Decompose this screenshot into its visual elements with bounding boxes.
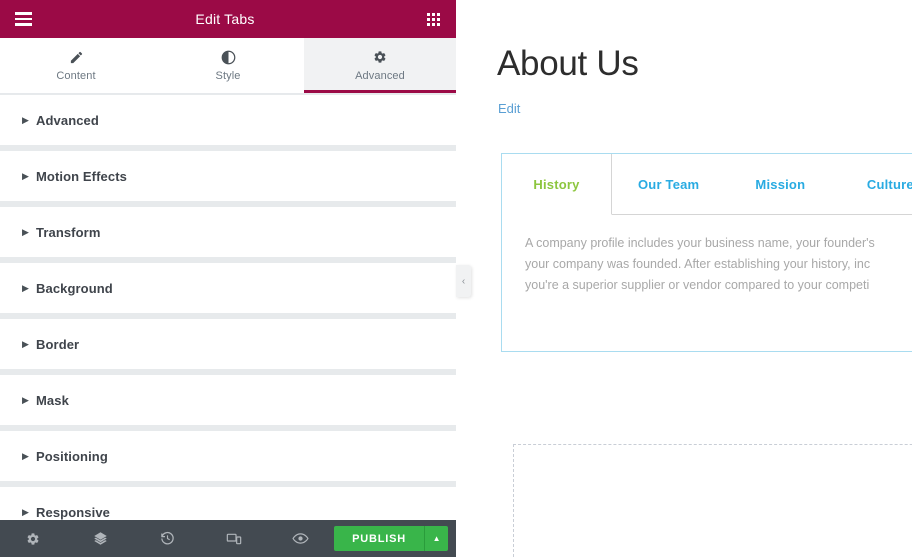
section-positioning[interactable]: ▶ Positioning xyxy=(0,431,456,481)
chevron-right-icon: ▶ xyxy=(22,282,29,293)
chevron-right-icon: ▶ xyxy=(22,114,29,125)
publish-options-caret-icon[interactable]: ▲ xyxy=(424,526,449,551)
section-label: Responsive xyxy=(36,504,110,520)
panel-title: Edit Tabs xyxy=(195,11,255,27)
section-motion-effects[interactable]: ▶ Motion Effects xyxy=(0,151,456,201)
chevron-right-icon: ▶ xyxy=(22,450,29,461)
chevron-right-icon: ▶ xyxy=(22,506,29,517)
contrast-icon xyxy=(221,49,236,65)
gear-icon xyxy=(373,49,387,65)
widget-tab-mission[interactable]: Mission xyxy=(725,154,836,214)
section-label: Background xyxy=(36,280,113,296)
preview-eye-icon[interactable] xyxy=(267,520,334,557)
widgets-grid-icon[interactable] xyxy=(410,0,456,38)
edit-link[interactable]: Edit xyxy=(498,101,520,116)
section-border[interactable]: ▶ Border xyxy=(0,319,456,369)
tab-advanced[interactable]: Advanced xyxy=(304,38,456,93)
section-background[interactable]: ▶ Background xyxy=(0,263,456,313)
chevron-right-icon: ▶ xyxy=(22,226,29,237)
section-mask[interactable]: ▶ Mask xyxy=(0,375,456,425)
panel-bottom-toolbar: PUBLISH ▲ xyxy=(0,520,456,557)
tabs-widget[interactable]: History Our Team Mission Culture A compa… xyxy=(501,153,912,352)
section-label: Transform xyxy=(36,224,101,240)
page-title: About Us xyxy=(497,44,639,83)
chevron-right-icon: ▶ xyxy=(22,338,29,349)
preview-canvas: About Us Edit History Our Team Mission C… xyxy=(456,0,912,557)
tab-style-label: Style xyxy=(215,70,241,82)
widget-tab-history[interactable]: History xyxy=(502,154,612,215)
tabs-widget-tab-bar: History Our Team Mission Culture xyxy=(502,154,912,215)
content-line: you're a superior supplier or vendor com… xyxy=(525,278,870,292)
section-label: Advanced xyxy=(36,112,99,128)
section-label: Mask xyxy=(36,392,69,408)
content-line: A company profile includes your business… xyxy=(525,236,875,250)
tab-style[interactable]: Style xyxy=(152,38,304,93)
panel-collapse-handle[interactable]: ‹ xyxy=(456,265,471,297)
tabs-widget-content: A company profile includes your business… xyxy=(502,215,912,296)
panel-sections-list[interactable]: ▶ Advanced ▶ Motion Effects ▶ Transform … xyxy=(0,95,456,557)
history-icon[interactable] xyxy=(134,520,201,557)
navigator-layers-icon[interactable] xyxy=(67,520,134,557)
tab-content-label: Content xyxy=(56,70,96,82)
tab-content[interactable]: Content xyxy=(0,38,152,93)
editor-panel: Edit Tabs Content Style Advanced ▶ Advan… xyxy=(0,0,456,557)
section-advanced[interactable]: ▶ Advanced xyxy=(0,95,456,145)
widget-tab-culture[interactable]: Culture xyxy=(835,154,912,214)
publish-group: PUBLISH ▲ xyxy=(334,526,449,551)
chevron-right-icon: ▶ xyxy=(22,170,29,181)
section-label: Border xyxy=(36,336,80,352)
section-dropzone[interactable] xyxy=(513,444,912,557)
responsive-mode-icon[interactable] xyxy=(200,520,267,557)
section-transform[interactable]: ▶ Transform xyxy=(0,207,456,257)
section-label: Motion Effects xyxy=(36,168,127,184)
content-line: your company was founded. After establis… xyxy=(525,257,871,271)
pencil-icon xyxy=(69,49,84,65)
tab-advanced-label: Advanced xyxy=(355,70,405,82)
section-label: Positioning xyxy=(36,448,108,464)
settings-gear-icon[interactable] xyxy=(0,520,67,557)
widget-tab-our-team[interactable]: Our Team xyxy=(612,154,726,214)
panel-header: Edit Tabs xyxy=(0,0,456,38)
hamburger-icon[interactable] xyxy=(0,0,46,38)
elementor-editor: Edit Tabs Content Style Advanced ▶ Advan… xyxy=(0,0,912,557)
panel-tab-bar: Content Style Advanced xyxy=(0,38,456,94)
chevron-right-icon: ▶ xyxy=(22,394,29,405)
publish-button[interactable]: PUBLISH xyxy=(334,526,425,551)
